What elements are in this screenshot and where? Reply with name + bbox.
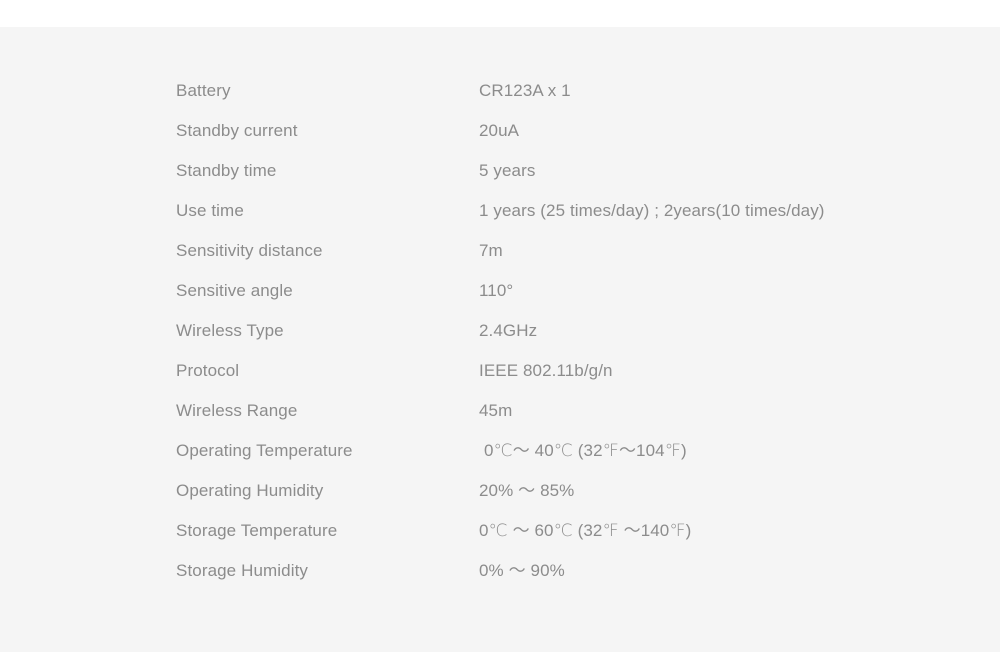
- spec-label: Wireless Type: [176, 321, 284, 340]
- spec-value: 45m: [479, 401, 513, 420]
- spec-row: Operating Humidity 20% ～ 85%: [176, 471, 936, 511]
- spec-value: IEEE 802.11b/g/n: [479, 361, 613, 380]
- spec-label: Battery: [176, 81, 231, 100]
- spec-value: 0℃〜 40℃ (32℉〜104℉): [484, 441, 687, 460]
- spec-row: Wireless Type 2.4GHz: [176, 311, 936, 351]
- spec-row: Sensitivity distance 7m: [176, 231, 936, 271]
- spec-row: Battery CR123A x 1: [176, 71, 936, 111]
- spec-label: Standby current: [176, 121, 298, 140]
- spec-value: 0% ～ 90%: [479, 561, 565, 580]
- spec-row: Standby time 5 years: [176, 151, 936, 191]
- spec-value: 1 years (25 times/day) ; 2years(10 times…: [479, 201, 825, 220]
- spec-label: Operating Temperature: [176, 441, 353, 460]
- top-white-band: [0, 0, 1000, 27]
- spec-row: Operating Temperature 0℃〜 40℃ (32℉〜104℉): [176, 431, 936, 471]
- spec-label: Standby time: [176, 161, 277, 180]
- spec-value: 5 years: [479, 161, 536, 180]
- spec-row: Protocol IEEE 802.11b/g/n: [176, 351, 936, 391]
- spec-value: 7m: [479, 241, 503, 260]
- spec-value: 2.4GHz: [479, 321, 538, 340]
- spec-value: CR123A x 1: [479, 81, 571, 100]
- product-spec-page: Battery CR123A x 1 Standby current 20uA Stan…: [0, 0, 1000, 652]
- spec-label: Sensitivity distance: [176, 241, 323, 260]
- spec-label: Storage Temperature: [176, 521, 338, 540]
- spec-value: 20uA: [479, 121, 520, 140]
- spec-label: Operating Humidity: [176, 481, 324, 500]
- spec-row: Sensitive angle 110°: [176, 271, 936, 311]
- specification-table: Battery CR123A x 1 Standby current 20uA Stan…: [176, 71, 936, 591]
- spec-value: 110°: [479, 281, 514, 300]
- specification-panel: Battery CR123A x 1 Standby current 20uA Stan…: [0, 27, 1000, 652]
- spec-label: Protocol: [176, 361, 240, 380]
- spec-label: Wireless Range: [176, 401, 298, 420]
- spec-row: Standby current 20uA: [176, 111, 936, 151]
- spec-row: Storage Temperature 0℃ ～ 60℃ (32℉ ～140℉): [176, 511, 936, 551]
- spec-value: 0℃ ～ 60℃ (32℉ ～140℉): [479, 521, 692, 540]
- spec-label: Sensitive angle: [176, 281, 293, 300]
- spec-value: 20% ～ 85%: [479, 481, 575, 500]
- spec-row: Wireless Range 45m: [176, 391, 936, 431]
- spec-label: Use time: [176, 201, 244, 220]
- spec-label: Storage Humidity: [176, 561, 308, 580]
- spec-row: Storage Humidity 0% ～ 90%: [176, 551, 936, 591]
- spec-row: Use time 1 years (25 times/day) ; 2years(…: [176, 191, 936, 231]
